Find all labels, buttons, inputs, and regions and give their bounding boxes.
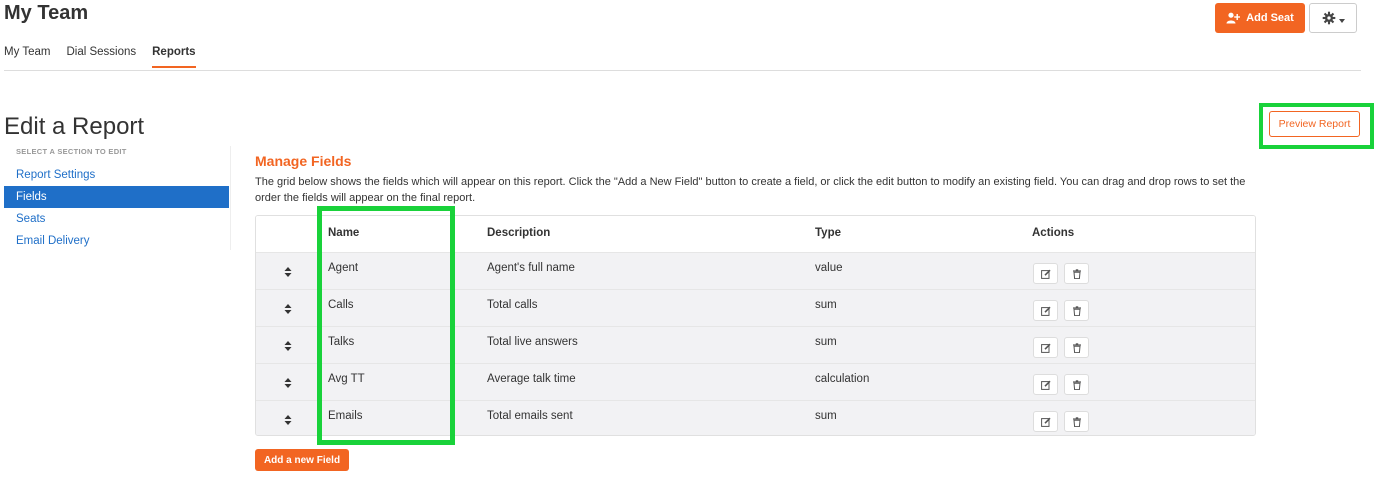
- sort-handle-icon[interactable]: [284, 303, 292, 315]
- edit-field-button[interactable]: [1033, 300, 1058, 321]
- gear-icon: [1322, 11, 1335, 25]
- nav-tabs: My Team Dial Sessions Reports: [4, 46, 196, 68]
- field-description: Agent's full name: [487, 262, 575, 274]
- add-seat-button[interactable]: Add Seat: [1215, 3, 1305, 33]
- sidebar-item-fields[interactable]: Fields: [4, 186, 229, 208]
- field-type: value: [815, 262, 843, 274]
- field-type: sum: [815, 336, 837, 348]
- delete-field-button[interactable]: [1064, 374, 1089, 395]
- user-plus-icon: [1226, 12, 1241, 24]
- field-description: Total live answers: [487, 336, 578, 348]
- trash-icon: [1072, 342, 1081, 353]
- add-seat-label: Add Seat: [1246, 12, 1294, 24]
- page-header-title: My Team: [4, 2, 89, 24]
- edit-icon: [1040, 343, 1051, 353]
- tab-my-team[interactable]: My Team: [4, 46, 50, 68]
- edit-icon: [1040, 380, 1051, 390]
- column-header-description[interactable]: Description: [487, 227, 550, 239]
- column-header-actions: Actions: [1032, 227, 1075, 239]
- edit-field-button[interactable]: [1033, 411, 1058, 432]
- sidebar-item-report-settings[interactable]: Report Settings: [4, 164, 229, 186]
- edit-icon: [1040, 269, 1051, 279]
- add-new-field-button[interactable]: Add a new Field: [255, 449, 349, 471]
- field-description: Average talk time: [487, 373, 576, 385]
- preview-report-button[interactable]: Preview Report: [1269, 111, 1360, 137]
- manage-fields-title: Manage Fields: [255, 153, 352, 169]
- edit-icon: [1040, 306, 1051, 316]
- field-type: calculation: [815, 373, 870, 385]
- edit-field-button[interactable]: [1033, 374, 1058, 395]
- trash-icon: [1072, 416, 1081, 427]
- settings-dropdown-button[interactable]: [1309, 3, 1357, 33]
- edit-field-button[interactable]: [1033, 263, 1058, 284]
- delete-field-button[interactable]: [1064, 300, 1089, 321]
- sort-handle-icon[interactable]: [284, 377, 292, 389]
- tab-reports[interactable]: Reports: [152, 46, 196, 68]
- delete-field-button[interactable]: [1064, 411, 1089, 432]
- column-header-type[interactable]: Type: [815, 227, 841, 239]
- nav-divider: [4, 70, 1361, 71]
- manage-fields-description: The grid below shows the fields which wi…: [255, 176, 1246, 204]
- trash-icon: [1072, 305, 1081, 316]
- trash-icon: [1072, 268, 1081, 279]
- field-description: Total calls: [487, 299, 538, 311]
- trash-icon: [1072, 379, 1081, 390]
- field-type: sum: [815, 410, 837, 422]
- sidebar-caption: SELECT A SECTION TO EDIT: [16, 147, 127, 156]
- sort-handle-icon[interactable]: [284, 340, 292, 352]
- edit-field-button[interactable]: [1033, 337, 1058, 358]
- section-title: Edit a Report: [4, 113, 145, 140]
- sort-handle-icon[interactable]: [284, 414, 292, 426]
- tab-dial-sessions[interactable]: Dial Sessions: [66, 46, 136, 68]
- sidebar-menu: Report Settings Fields Seats Email Deliv…: [4, 164, 229, 252]
- sort-handle-icon[interactable]: [284, 266, 292, 278]
- name-column-highlight-box: [317, 206, 455, 445]
- sidebar-item-email-delivery[interactable]: Email Delivery: [4, 230, 229, 252]
- delete-field-button[interactable]: [1064, 337, 1089, 358]
- sidebar-item-seats[interactable]: Seats: [4, 208, 229, 230]
- edit-icon: [1040, 417, 1051, 427]
- delete-field-button[interactable]: [1064, 263, 1089, 284]
- sidebar-divider: [230, 146, 231, 250]
- field-type: sum: [815, 299, 837, 311]
- field-description: Total emails sent: [487, 410, 573, 422]
- chevron-down-icon: [1338, 18, 1345, 23]
